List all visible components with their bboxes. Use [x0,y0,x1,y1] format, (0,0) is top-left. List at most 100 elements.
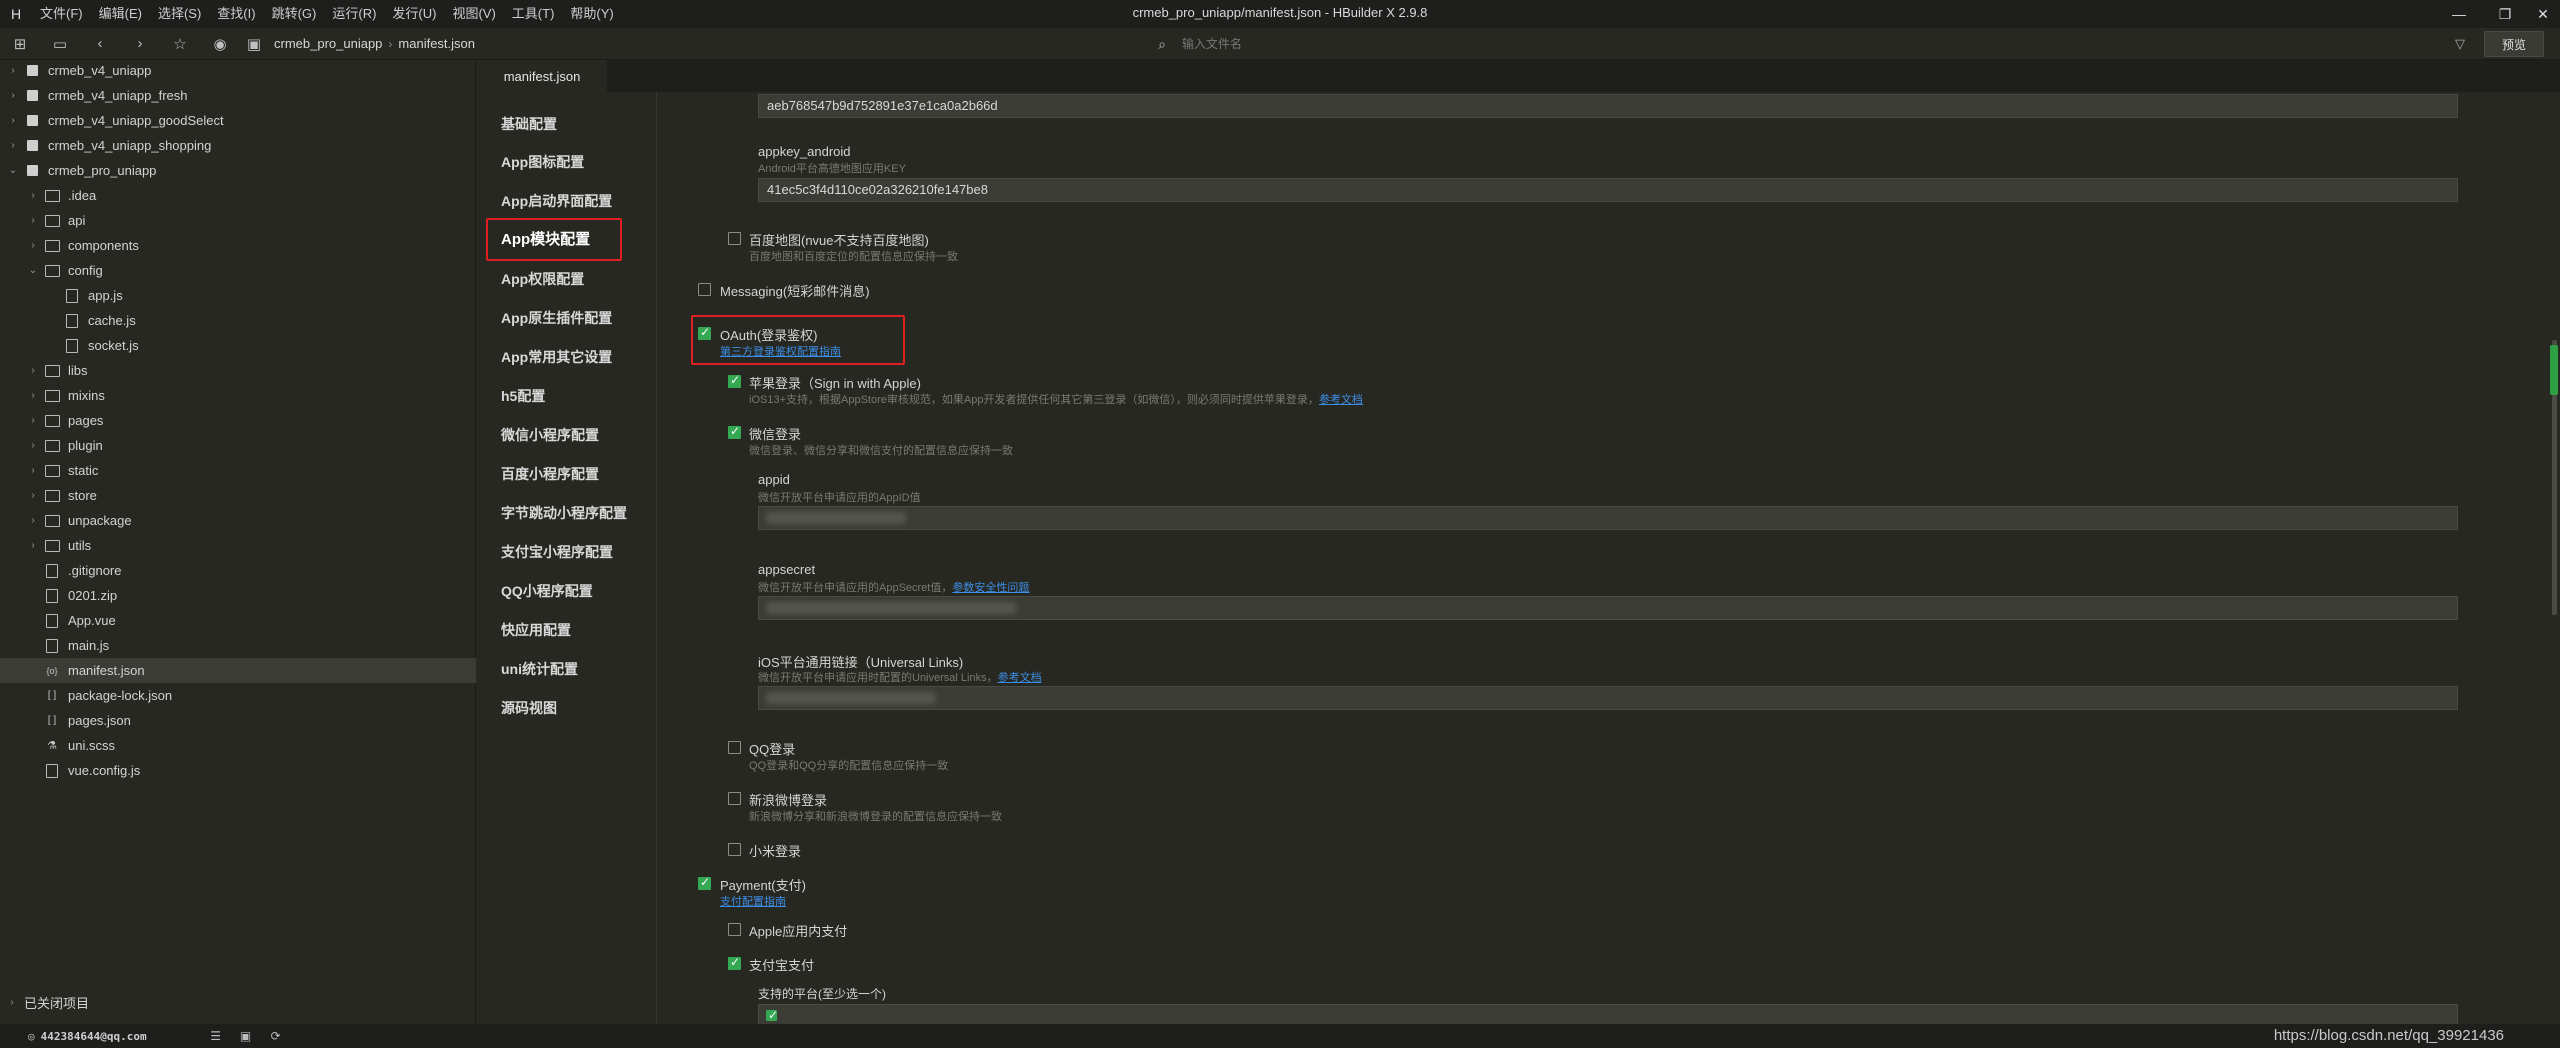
tree-item[interactable]: › crmeb_v4_uniapp_fresh [0,83,476,108]
tree-item[interactable]: › api [0,208,476,233]
tab-manifest-json[interactable]: manifest.json [477,60,607,92]
menu-item[interactable]: 视图(V) [444,0,503,28]
payment-guide-link[interactable]: 支付配置指南 [720,893,786,909]
oauth-guide-link[interactable]: 第三方登录鉴权配置指南 [720,343,841,359]
menu-item[interactable]: 跳转(G) [264,0,325,28]
tree-item[interactable]: › store [0,483,476,508]
chevron-right-icon[interactable]: › [26,365,40,376]
chevron-right-icon[interactable]: › [6,115,20,126]
sync-icon[interactable]: ⟳ [267,1029,285,1043]
appkey-android-field[interactable]: 41ec5c3f4d110ce02a326210fe147be8 [758,178,2458,202]
tree-item[interactable]: pages.json [0,708,476,733]
universal-links-field[interactable] [758,686,2458,710]
config-nav-item[interactable]: 字节跳动小程序配置 [501,501,627,525]
preview-button[interactable]: 预览 [2484,31,2544,57]
apple-login-checkbox[interactable] [728,373,741,388]
appsecret-security-link[interactable]: 参数安全性问题 [952,582,1029,594]
chevron-right-icon[interactable]: › [26,240,40,251]
new-file-icon[interactable]: ⊞ [0,28,40,60]
image-icon[interactable]: ▣ [237,1029,255,1043]
tree-item[interactable]: 0201.zip [0,583,476,608]
payment-checkbox[interactable] [698,875,711,890]
chevron-right-icon[interactable]: › [26,215,40,226]
config-nav-item[interactable]: 源码视图 [501,696,557,720]
close-button[interactable]: ✕ [2520,0,2560,28]
breadcrumb-file[interactable]: manifest.json [392,36,481,51]
tree-item[interactable]: › static [0,458,476,483]
config-nav-item[interactable]: App原生插件配置 [501,306,612,330]
chevron-right-icon[interactable]: › [6,140,20,151]
config-nav-item[interactable]: 快应用配置 [501,618,571,642]
config-nav-item[interactable]: App启动界面配置 [501,189,612,213]
chevron-right-icon[interactable]: › [26,415,40,426]
config-nav-item[interactable]: uni统计配置 [501,657,578,681]
back-icon[interactable]: ‹ [80,28,120,60]
file-search-input[interactable] [1182,32,1682,56]
menu-item[interactable]: 编辑(E) [91,0,150,28]
tree-item[interactable]: ⌄ config [0,258,476,283]
tree-item[interactable]: socket.js [0,333,476,358]
menu-item[interactable]: 发行(U) [384,0,444,28]
filter-icon[interactable]: ▽ [2448,32,2472,56]
tree-item[interactable]: › crmeb_v4_uniapp_shopping [0,133,476,158]
tree-item[interactable]: › pages [0,408,476,433]
tree-item[interactable]: App.vue [0,608,476,633]
forward-icon[interactable]: › [120,28,160,60]
menu-item[interactable]: 查找(I) [209,0,263,28]
tree-item[interactable]: › libs [0,358,476,383]
menu-item[interactable]: 帮助(Y) [562,0,621,28]
chevron-right-icon[interactable]: › [6,65,20,76]
apple-doc-link[interactable]: 参考文档 [1319,394,1363,406]
config-nav-item[interactable]: 百度小程序配置 [501,462,599,486]
tree-item[interactable]: › crmeb_v4_uniapp_goodSelect [0,108,476,133]
menu-item[interactable]: 工具(T) [504,0,563,28]
tree-item[interactable]: cache.js [0,308,476,333]
config-nav-item[interactable]: App图标配置 [501,150,584,174]
star-icon[interactable]: ☆ [160,28,200,60]
tree-item[interactable]: › plugin [0,433,476,458]
apple-pay-checkbox[interactable] [728,923,741,936]
breadcrumb-project[interactable]: crmeb_pro_uniapp [268,36,388,51]
scrollbar-thumb[interactable] [2550,345,2558,395]
closed-projects-section[interactable]: › 已关闭项目 [0,990,476,1014]
chevron-right-icon[interactable]: › [26,540,40,551]
chevron-right-icon[interactable]: › [26,465,40,476]
chevron-right-icon[interactable]: › [26,440,40,451]
tree-item[interactable]: › unpackage [0,508,476,533]
config-nav-item[interactable]: App权限配置 [501,267,584,291]
tree-item[interactable]: › utils [0,533,476,558]
save-icon[interactable]: ▭ [40,28,80,60]
config-nav-item[interactable]: h5配置 [501,384,545,408]
tree-item[interactable]: › mixins [0,383,476,408]
config-nav-item[interactable]: QQ小程序配置 [501,579,593,603]
baidu-map-checkbox[interactable] [728,232,741,245]
qq-login-checkbox[interactable] [728,741,741,754]
appid-field[interactable] [758,506,2458,530]
alipay-checkbox[interactable] [728,955,741,970]
universal-links-doc-link[interactable]: 参考文档 [998,672,1042,684]
chevron-down-icon[interactable]: ⌄ [26,265,40,276]
tree-item[interactable]: .gitignore [0,558,476,583]
chevron-right-icon[interactable]: › [26,515,40,526]
minimize-button[interactable]: — [2436,0,2482,28]
config-nav-item[interactable]: 支付宝小程序配置 [501,540,613,564]
menu-item[interactable]: 选择(S) [150,0,209,28]
platform-checkbox[interactable] [766,1008,778,1022]
tree-item[interactable]: manifest.json [0,658,476,683]
tree-item[interactable]: vue.config.js [0,758,476,783]
config-nav-item[interactable]: App常用其它设置 [501,345,612,369]
user-account[interactable]: ◎ 442384644@qq.com [28,1030,147,1043]
tree-item[interactable]: › components [0,233,476,258]
platforms-field[interactable] [758,1004,2458,1024]
tree-item[interactable]: ⌄ crmeb_pro_uniapp [0,158,476,183]
run-icon[interactable]: ◉ [200,28,240,60]
tree-item[interactable]: app.js [0,283,476,308]
chevron-right-icon[interactable]: › [26,490,40,501]
chevron-right-icon[interactable]: › [26,390,40,401]
tree-item[interactable]: main.js [0,633,476,658]
tree-item[interactable]: uni.scss [0,733,476,758]
tree-item[interactable]: › .idea [0,183,476,208]
menu-item[interactable]: 运行(R) [324,0,384,28]
wechat-login-checkbox[interactable] [728,424,741,439]
config-nav-item[interactable]: 基础配置 [501,112,557,136]
